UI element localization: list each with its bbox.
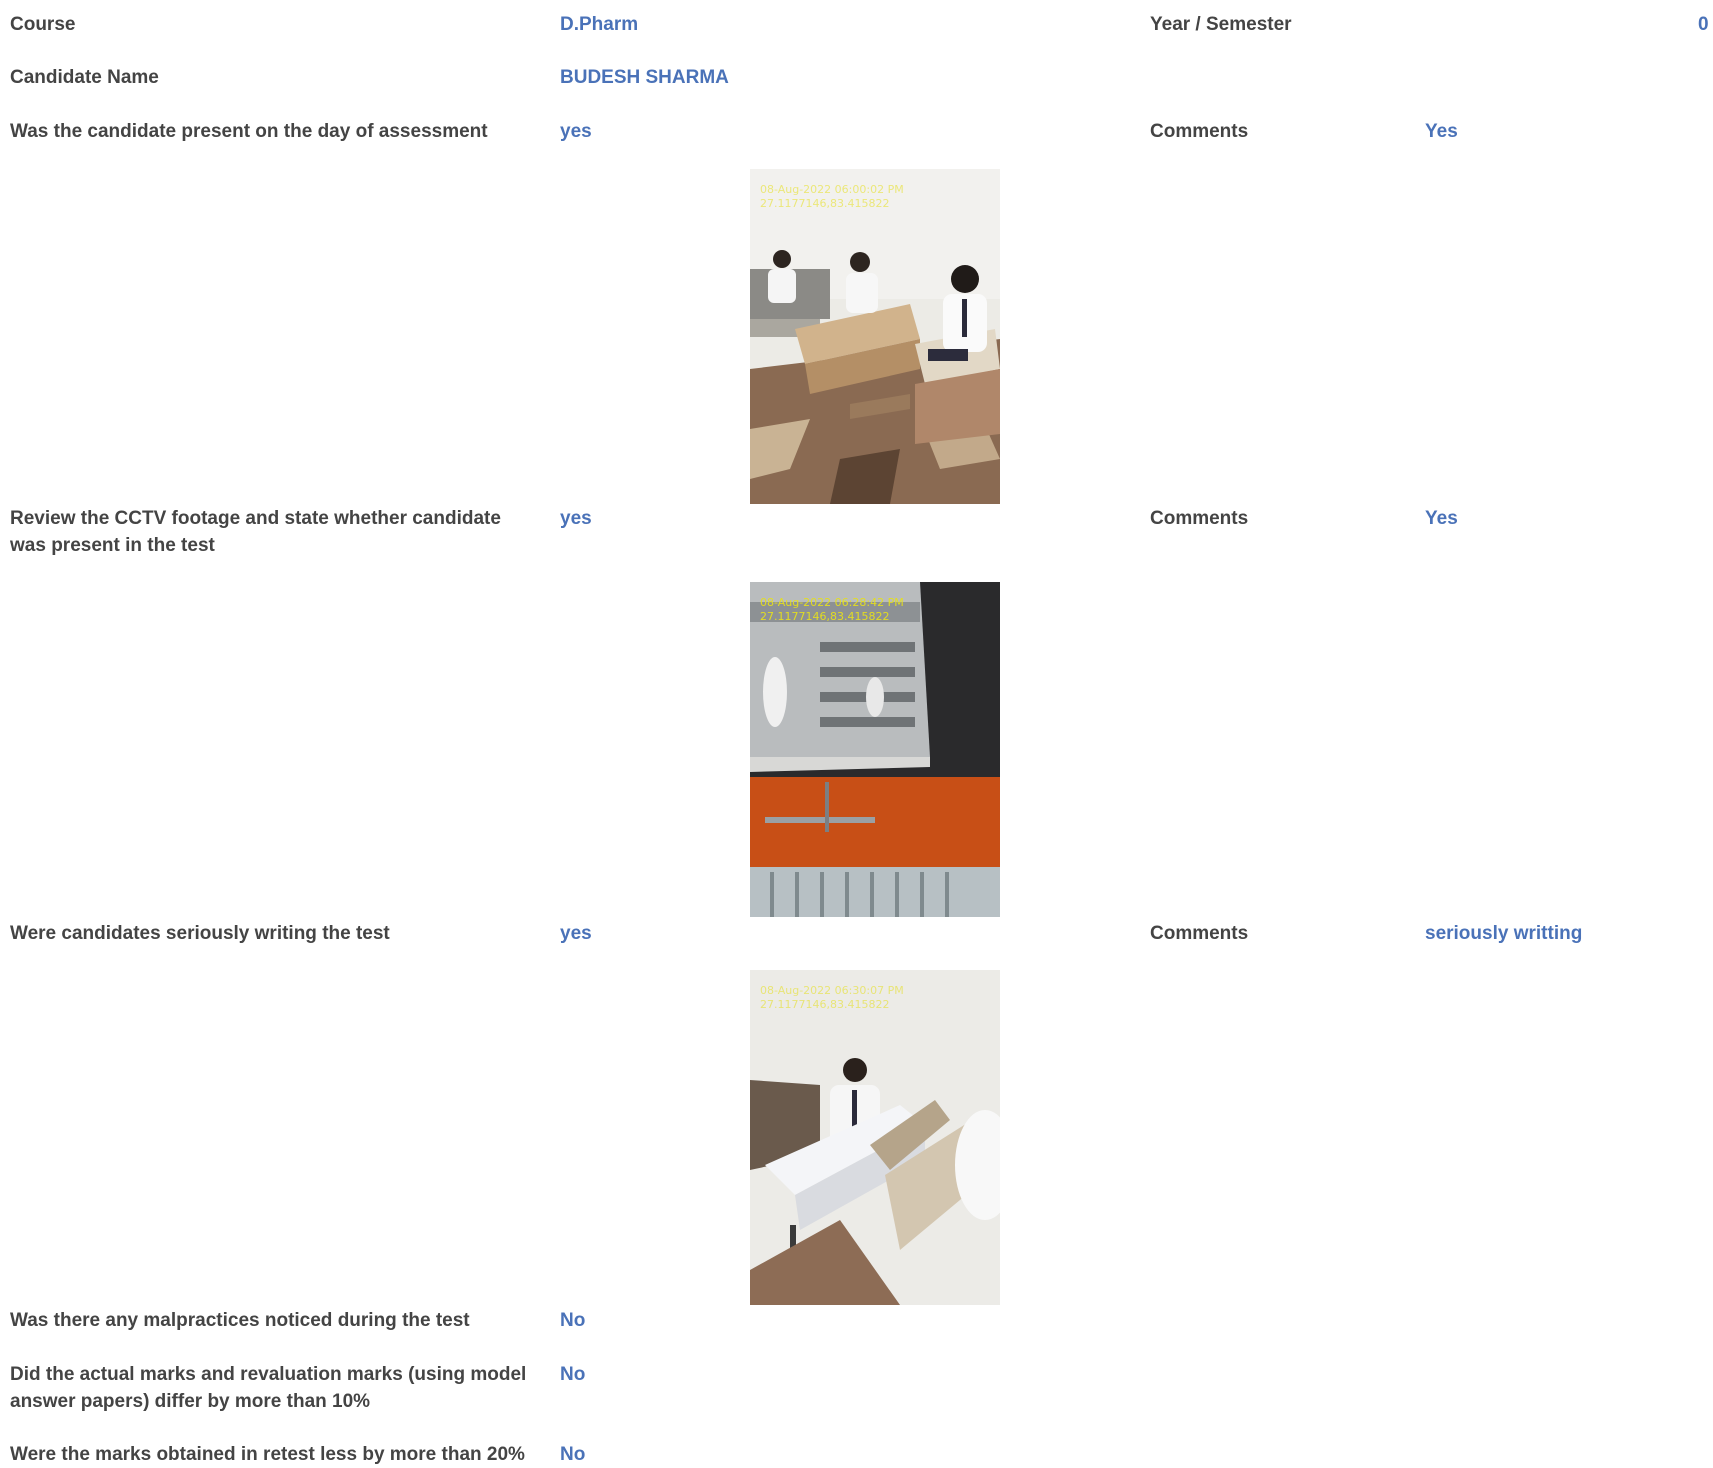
question-2-comments-value: Yes [1425,508,1458,529]
question-3-answer: yes [560,923,592,944]
question-2-text: Review the CCTV footage and state whethe… [10,508,501,556]
question-3-photo: 08-Aug-2022 06:30:07 PM 27.1177146,83.41… [750,970,1000,1305]
candidate-name-value: BUDESH SHARMA [560,67,729,88]
question-1-answer: yes [560,121,592,142]
course-value: D.Pharm [560,14,639,35]
question-2-answer: yes [560,508,592,529]
question-1-photo-timestamp: 08-Aug-2022 06:00:02 PM 27.1177146,83.41… [760,183,904,210]
question-3-text: Were candidates seriously writing the te… [10,923,390,944]
year-semester-label: Year / Semester [1150,14,1292,35]
question-1-photo: 08-Aug-2022 06:00:02 PM 27.1177146,83.41… [750,169,1000,504]
question-5-answer: No [560,1364,586,1385]
question-6-answer: No [560,1444,586,1465]
course-label: Course [10,14,76,35]
candidate-name-label: Candidate Name [10,67,159,88]
year-semester-value: 0 [1698,14,1709,35]
question-4-text: Was there any malpractices noticed durin… [10,1310,470,1331]
question-2-photo-timestamp: 08-Aug-2022 06:28:42 PM 27.1177146,83.41… [760,596,904,623]
question-2-comments-label: Comments [1150,508,1249,529]
question-3-comments-label: Comments [1150,923,1249,944]
question-1-text: Was the candidate present on the day of … [10,121,488,142]
question-2-photo: 08-Aug-2022 06:28:42 PM 27.1177146,83.41… [750,582,1000,917]
question-1-comments-value: Yes [1425,121,1458,142]
question-1-comments-label: Comments [1150,121,1249,142]
question-3-photo-timestamp: 08-Aug-2022 06:30:07 PM 27.1177146,83.41… [760,984,904,1011]
question-6-text: Were the marks obtained in retest less b… [10,1444,525,1465]
question-4-answer: No [560,1310,586,1331]
question-3-comments-value: seriously writting [1425,923,1583,944]
question-5-text: Did the actual marks and revaluation mar… [10,1364,527,1412]
